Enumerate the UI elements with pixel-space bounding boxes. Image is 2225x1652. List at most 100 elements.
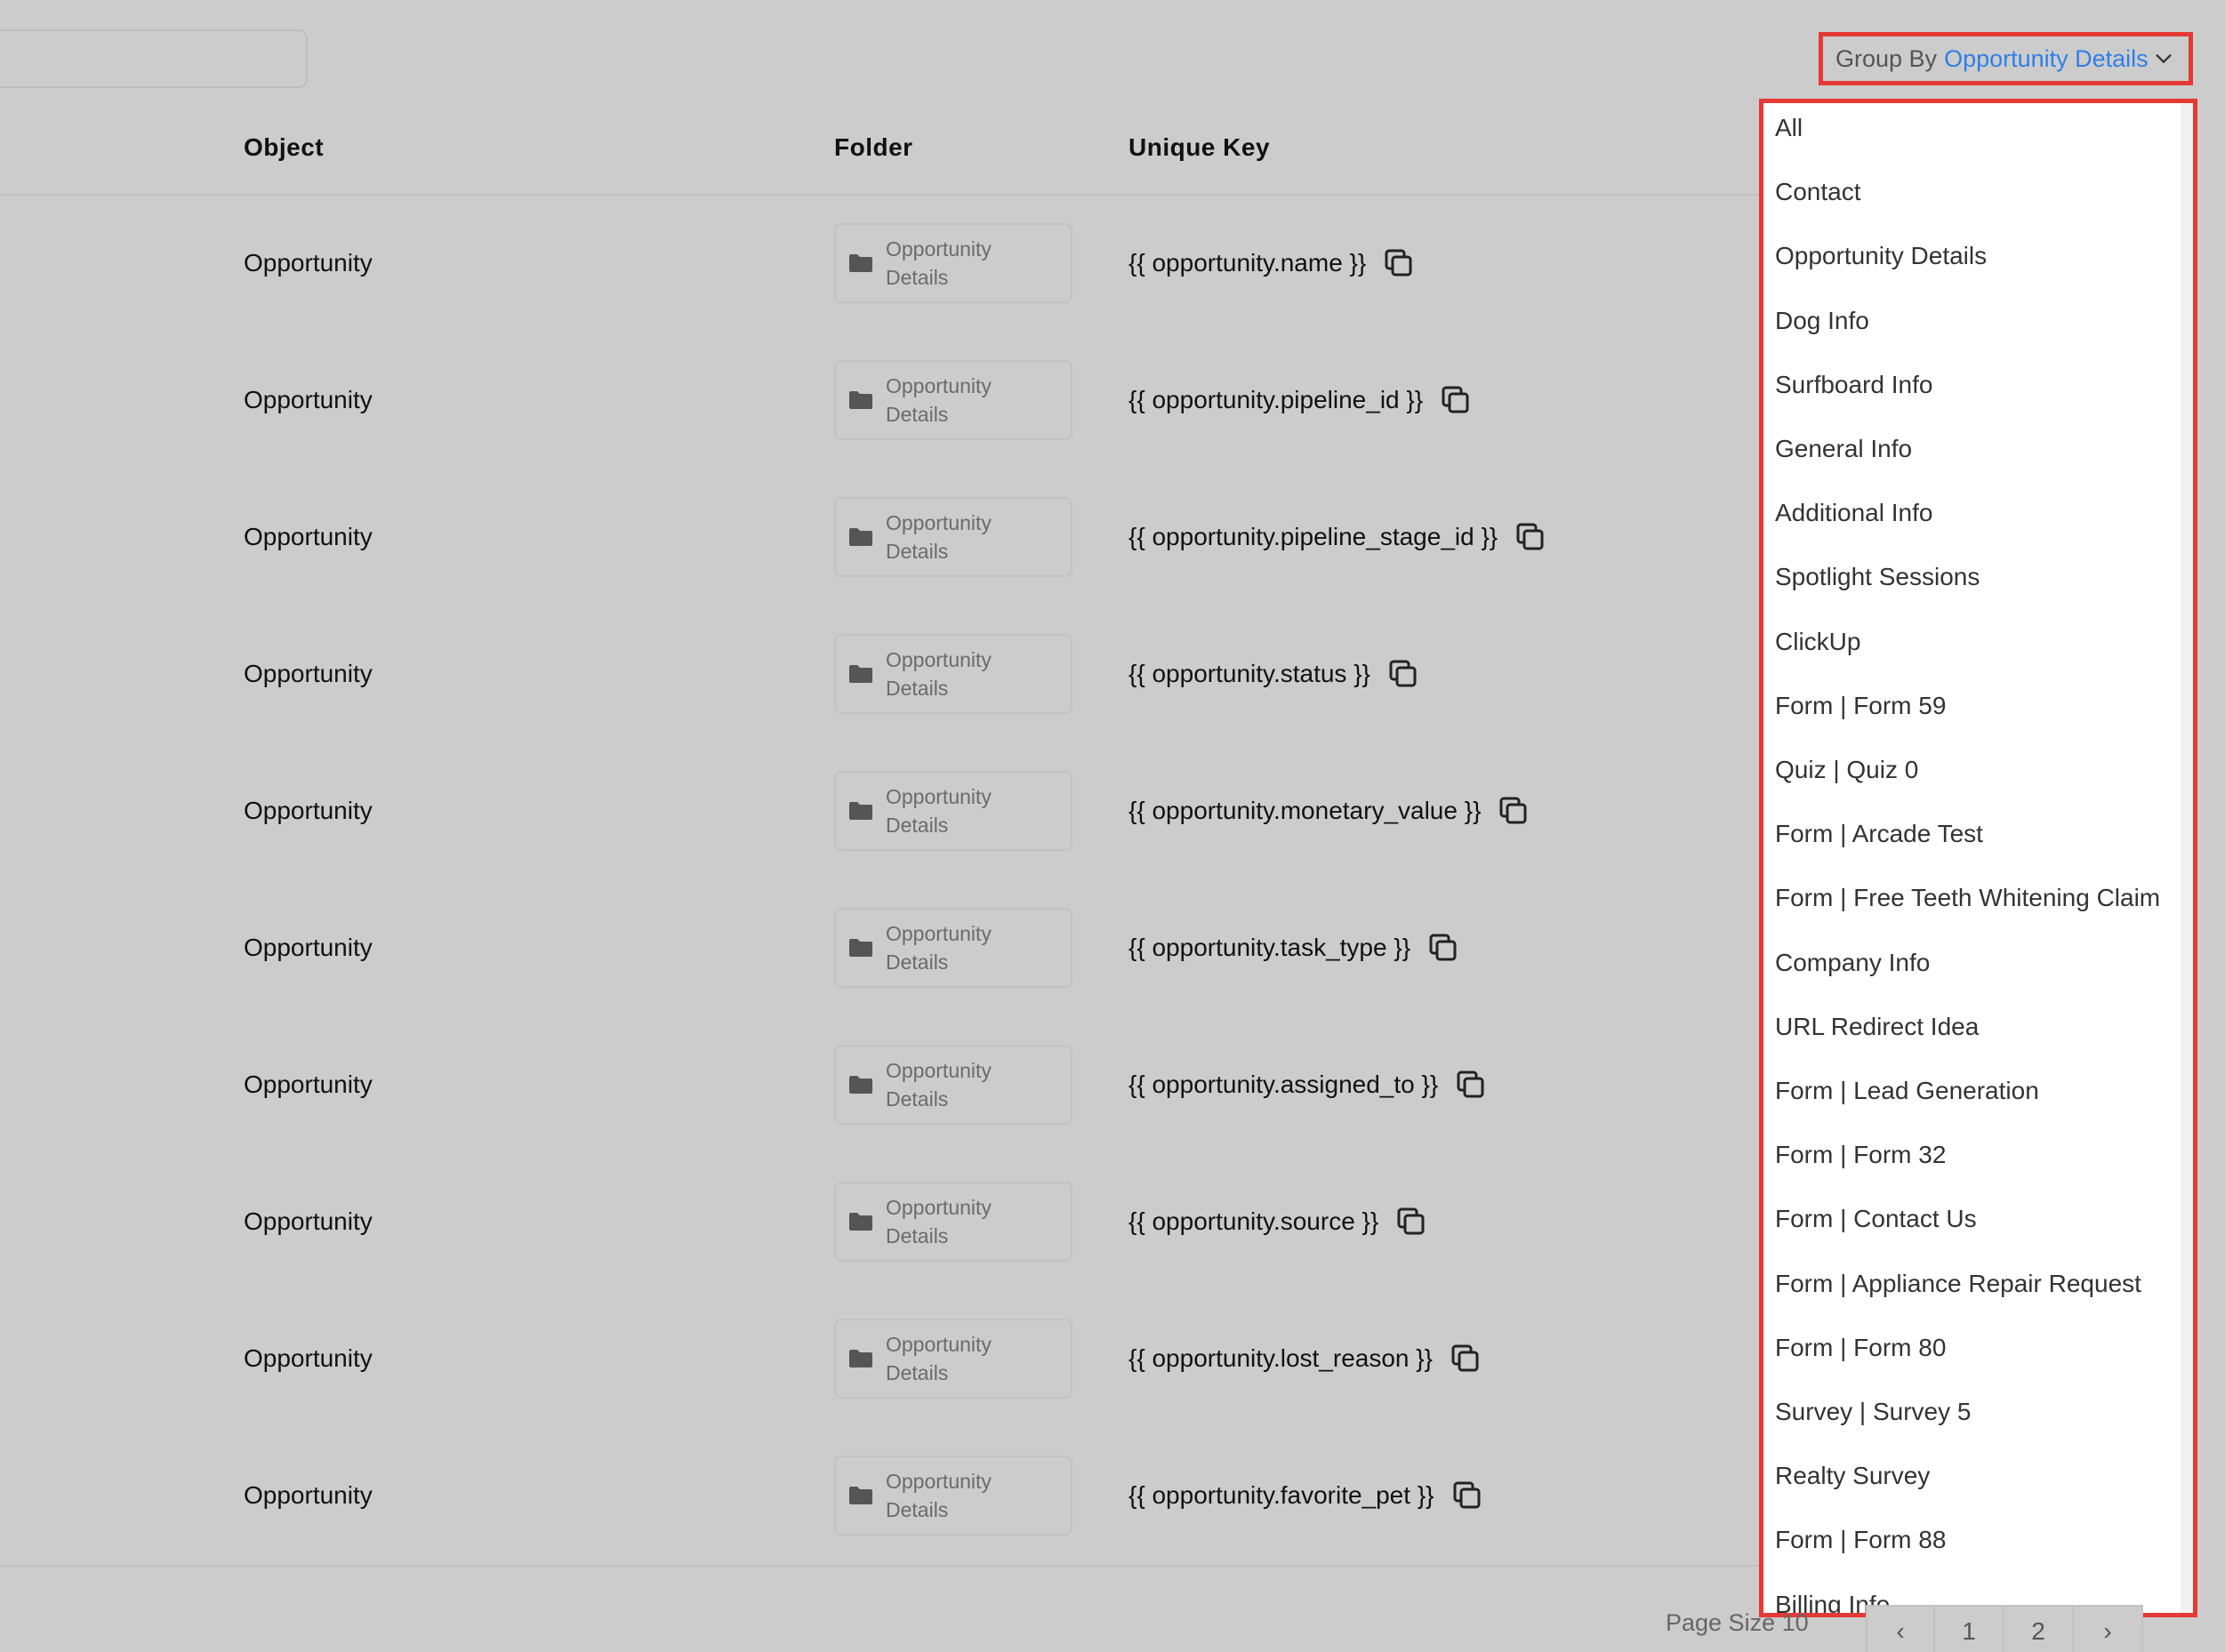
prev-page-button[interactable]: ‹ — [1866, 1605, 1935, 1652]
folder-icon — [849, 1213, 872, 1231]
object-cell: Opportunity — [244, 1071, 373, 1098]
copy-icon[interactable] — [1450, 1343, 1481, 1374]
table-row: Opportunity Opportunity Details {{ opportu… — [0, 605, 1761, 742]
dropdown-option[interactable]: Form | Form 80 — [1775, 1328, 1946, 1367]
folder-chip: Opportunity Details — [834, 1456, 1072, 1536]
copy-icon[interactable] — [1396, 1207, 1426, 1237]
unique-key-text: {{ opportunity.status }} — [1129, 660, 1370, 687]
dropdown-option[interactable]: Surfboard Info — [1775, 365, 1932, 405]
table-row: Opportunity Opportunity Details {{ opportu… — [0, 1016, 1761, 1153]
unique-key-cell: {{ opportunity.favorite_pet }} — [1129, 1427, 1482, 1564]
folder-icon — [849, 254, 872, 272]
object-cell: Opportunity — [244, 797, 373, 824]
search-input[interactable] — [0, 29, 308, 88]
unique-key-cell: {{ opportunity.lost_reason }} — [1129, 1290, 1481, 1427]
unique-key-cell: {{ opportunity.status }} — [1129, 605, 1418, 742]
object-cell: Opportunity — [244, 1344, 373, 1372]
unique-key-text: {{ opportunity.task_type }} — [1129, 934, 1411, 961]
dropdown-option[interactable]: Form | Form 88 — [1775, 1520, 1946, 1560]
unique-key-text: {{ opportunity.source }} — [1129, 1207, 1379, 1235]
table-row: Opportunity Opportunity Details {{ opportu… — [0, 1427, 1761, 1564]
dropdown-option[interactable]: Form | Form 32 — [1775, 1135, 1946, 1175]
page-button-2[interactable]: 2 — [2003, 1605, 2074, 1652]
dropdown-option[interactable]: Form | Form 59 — [1775, 686, 1946, 726]
dropdown-option[interactable]: Contact — [1775, 172, 1861, 212]
dropdown-option[interactable]: Quiz | Quiz 0 — [1775, 750, 1918, 790]
unique-key-cell: {{ opportunity.pipeline_stage_id }} — [1129, 469, 1546, 605]
unique-key-text: {{ opportunity.name }} — [1129, 249, 1367, 277]
folder-icon — [849, 665, 872, 683]
chevron-down-icon — [2156, 54, 2172, 63]
next-page-button[interactable]: › — [2072, 1605, 2143, 1652]
dropdown-scrollbar[interactable] — [2181, 103, 2193, 1613]
page-size-select[interactable]: Page Size 10 — [1666, 1609, 1809, 1637]
folder-icon — [849, 802, 872, 820]
object-cell: Opportunity — [244, 523, 373, 550]
unique-key-text: {{ opportunity.lost_reason }} — [1129, 1344, 1433, 1372]
dropdown-option[interactable]: Form | Lead Generation — [1775, 1071, 2039, 1111]
dropdown-option[interactable]: Spotlight Sessions — [1775, 557, 1980, 597]
folder-chip: Opportunity Details — [834, 634, 1072, 714]
dropdown-option[interactable]: ClickUp — [1775, 622, 1860, 662]
dropdown-option[interactable]: Dog Info — [1775, 301, 1869, 341]
folder-label: Opportunity Details — [886, 374, 992, 426]
dropdown-option[interactable]: Realty Survey — [1775, 1456, 1930, 1496]
group-by-select[interactable]: Group By Opportunity Details — [1819, 32, 2193, 85]
group-by-dropdown: All Contact Opportunity Details Dog Info Sur… — [1759, 99, 2197, 1617]
folder-chip: Opportunity Details — [834, 1319, 1072, 1399]
dropdown-option[interactable]: Opportunity Details — [1775, 237, 1987, 276]
dropdown-option[interactable]: Form | Contact Us — [1775, 1199, 1977, 1239]
dropdown-option[interactable]: URL Redirect Idea — [1775, 1007, 1979, 1047]
copy-icon[interactable] — [1452, 1480, 1482, 1511]
folder-icon — [849, 1487, 872, 1504]
table-row: Opportunity Opportunity Details {{ opportu… — [0, 469, 1761, 605]
dropdown-option[interactable]: Additional Info — [1775, 493, 1932, 533]
copy-icon[interactable] — [1456, 1070, 1486, 1100]
dropdown-option[interactable]: Company Info — [1775, 943, 1930, 982]
folder-chip: Opportunity Details — [834, 908, 1072, 988]
unique-key-text: {{ opportunity.pipeline_id }} — [1129, 386, 1424, 413]
folder-label: Opportunity Details — [886, 511, 992, 563]
dropdown-option[interactable]: Form | Arcade Test — [1775, 814, 1983, 854]
copy-icon[interactable] — [1388, 659, 1418, 689]
copy-icon[interactable] — [1384, 248, 1414, 278]
unique-key-cell: {{ opportunity.pipeline_id }} — [1129, 332, 1471, 469]
object-cell: Opportunity — [244, 386, 373, 413]
object-cell: Opportunity — [244, 1481, 373, 1509]
copy-icon[interactable] — [1498, 796, 1529, 826]
folder-label: Opportunity Details — [886, 785, 992, 837]
unique-key-text: {{ opportunity.monetary_value }} — [1129, 797, 1482, 824]
dropdown-option[interactable]: All — [1775, 108, 1803, 148]
table-row: Opportunity Opportunity Details {{ opportu… — [0, 1153, 1761, 1290]
folder-icon — [849, 391, 872, 409]
folder-icon — [849, 1350, 872, 1367]
group-by-label: Group By — [1835, 44, 1938, 72]
table-row: Opportunity Opportunity Details {{ opportu… — [0, 742, 1761, 879]
column-header-object[interactable]: Object — [244, 133, 324, 162]
copy-icon[interactable] — [1515, 522, 1546, 552]
group-by-value: Opportunity Details — [1944, 44, 2149, 72]
dropdown-option[interactable]: Form | Free Teeth Whitening Claim — [1775, 878, 2160, 918]
unique-key-cell: {{ opportunity.task_type }} — [1129, 879, 1458, 1016]
page-button-1[interactable]: 1 — [1933, 1605, 2004, 1652]
copy-icon[interactable] — [1441, 385, 1471, 415]
page: Group By Opportunity Details Object Fold… — [0, 0, 2225, 1652]
folder-icon — [849, 939, 872, 957]
column-header-unique-key[interactable]: Unique Key — [1129, 133, 1270, 162]
column-header-folder[interactable]: Folder — [834, 133, 913, 162]
copy-icon[interactable] — [1428, 933, 1458, 963]
unique-key-cell: {{ opportunity.monetary_value }} — [1129, 742, 1529, 879]
unique-key-cell: {{ opportunity.assigned_to }} — [1129, 1016, 1486, 1153]
unique-key-cell: {{ opportunity.name }} — [1129, 195, 1414, 332]
object-cell: Opportunity — [244, 1207, 373, 1235]
dropdown-option[interactable]: Form | Appliance Repair Request — [1775, 1264, 2141, 1303]
dropdown-option[interactable]: Survey | Survey 5 — [1775, 1392, 1971, 1431]
folder-label: Opportunity Details — [886, 922, 992, 974]
dropdown-option[interactable]: General Info — [1775, 429, 1912, 469]
unique-key-text: {{ opportunity.favorite_pet }} — [1129, 1481, 1434, 1509]
footer-divider — [0, 1565, 1761, 1567]
folder-label: Opportunity Details — [886, 237, 992, 289]
folder-chip: Opportunity Details — [834, 1045, 1072, 1125]
object-cell: Opportunity — [244, 934, 373, 961]
unique-key-text: {{ opportunity.pipeline_stage_id }} — [1129, 523, 1498, 550]
